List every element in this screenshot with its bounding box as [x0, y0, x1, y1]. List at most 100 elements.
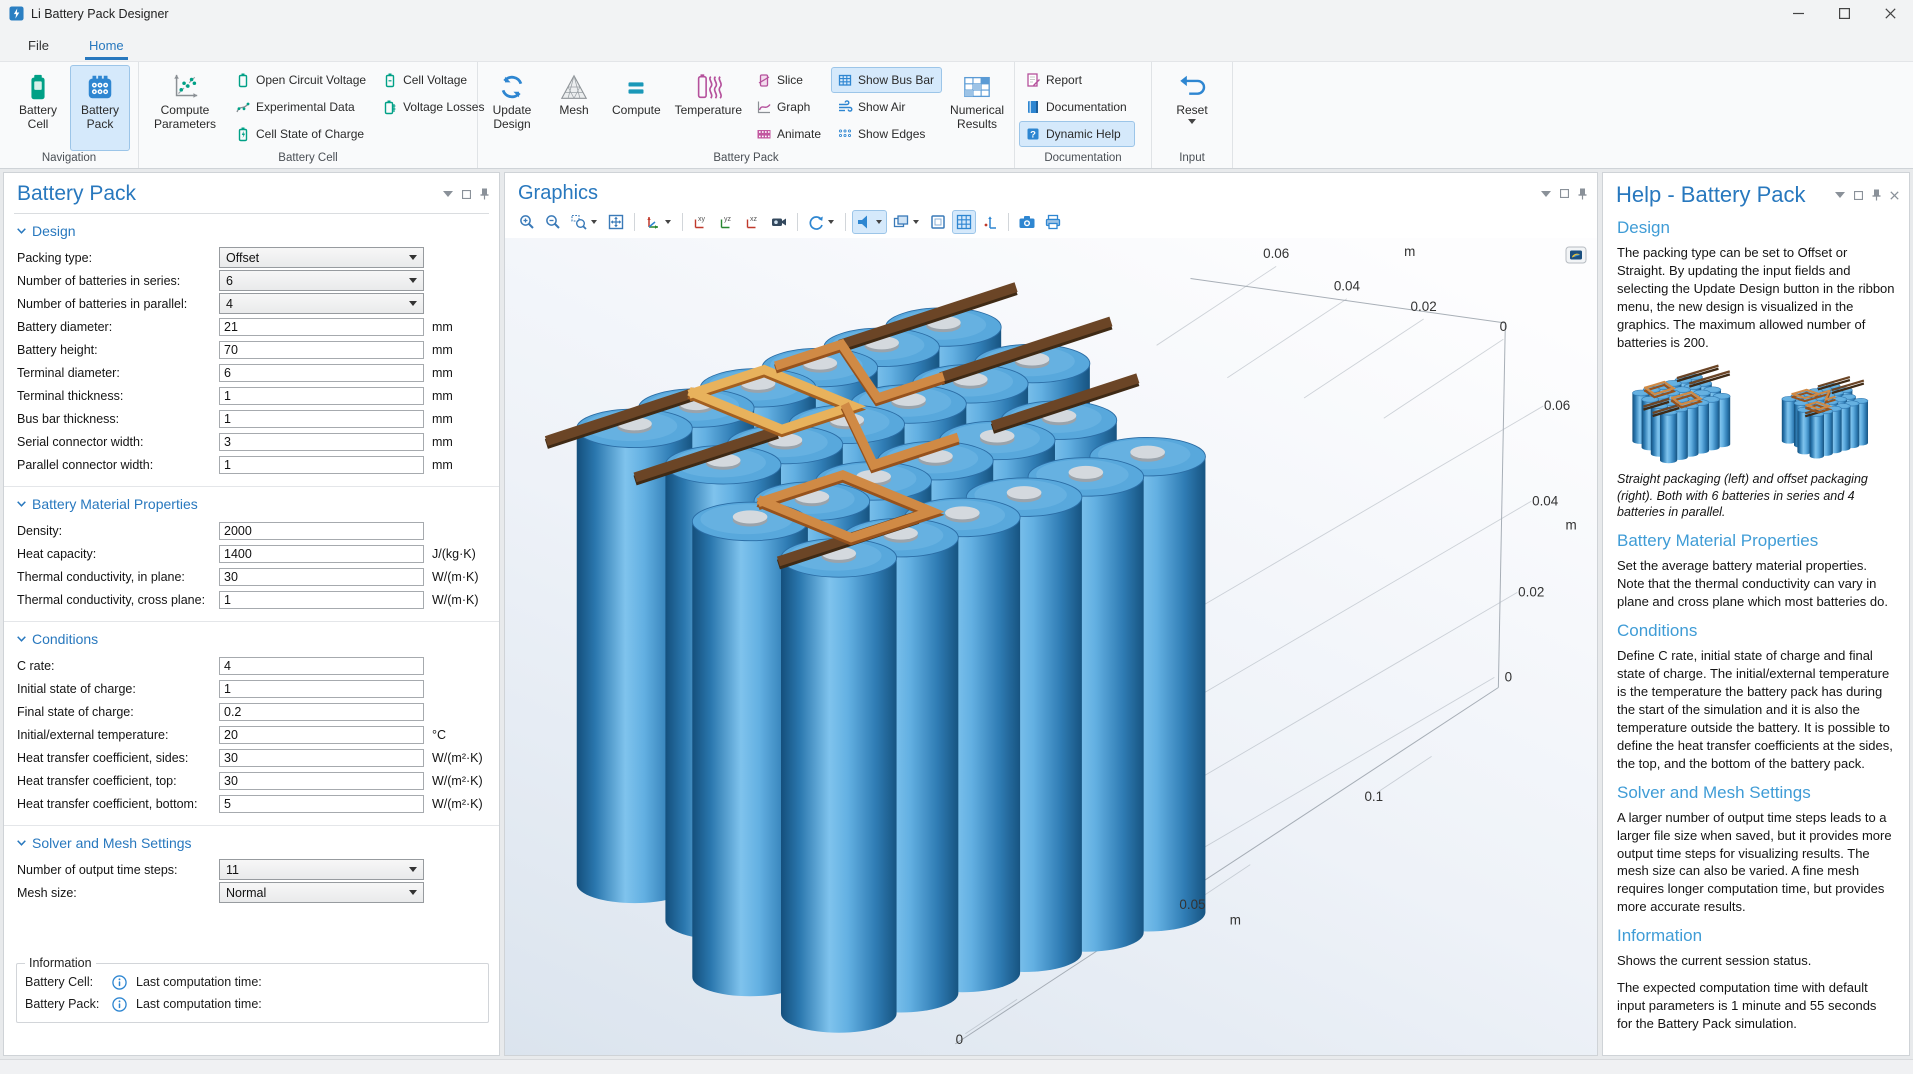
view-frame-icon [929, 213, 947, 231]
graphics-toolbar-xz-view-button[interactable]: xz [741, 210, 765, 234]
section-header-solver-and-mesh-settings[interactable]: Solver and Mesh Settings [17, 835, 499, 851]
battery-pack-3d-scene: 0.060.040.020m0.060.04m0.0200.10.05m0 [505, 238, 1597, 1055]
dropdown-caret-icon[interactable] [665, 220, 671, 224]
serial-connector-width-input[interactable] [219, 433, 424, 451]
panel-close-icon[interactable] [1890, 191, 1899, 200]
ribbon-button-mesh[interactable]: Mesh [544, 65, 604, 151]
ribbon-button-update-design[interactable]: Update Design [482, 65, 542, 151]
ribbon-button-show-bus-bar[interactable]: Show Bus Bar [831, 67, 942, 93]
ribbon-button-temperature[interactable]: Temperature [669, 65, 748, 151]
dropdown-caret-icon[interactable] [913, 220, 919, 224]
initial-state-of-charge-input[interactable] [219, 680, 424, 698]
ribbon-button-animate[interactable]: Animate [750, 121, 829, 147]
ribbon-button-cell-voltage[interactable]: Cell Voltage [376, 67, 492, 93]
panel-pin-icon[interactable] [1872, 189, 1881, 201]
field-label: Thermal conductivity, in plane: [17, 570, 219, 584]
heat-transfer-coefficient-bottom-input[interactable] [219, 795, 424, 813]
help-paragraph: The packing type can be set to Offset or… [1617, 244, 1895, 352]
panel-float-icon[interactable] [1854, 191, 1863, 200]
section-header-battery-material-properties[interactable]: Battery Material Properties [17, 496, 499, 512]
ribbon-button-compute[interactable]: Compute [606, 65, 667, 151]
ribbon-button-show-air[interactable]: Show Air [831, 94, 942, 120]
help-question-icon: ? [1025, 126, 1041, 142]
panel-pin-icon[interactable] [1578, 188, 1587, 200]
number-of-batteries-in-parallel-select[interactable]: 4 [219, 293, 424, 314]
dropdown-caret-icon[interactable] [876, 220, 882, 224]
ribbon-button-open-circuit-voltage[interactable]: Open Circuit Voltage [229, 67, 374, 93]
graphics-toolbar-show-grid-button[interactable] [952, 210, 976, 234]
graphics-toolbar-snapshot-button[interactable] [1015, 210, 1039, 234]
graphics-toolbar-print-button[interactable] [1041, 210, 1065, 234]
terminal-thickness-input[interactable] [219, 387, 424, 405]
ribbon-button-slice[interactable]: Slice [750, 67, 829, 93]
thermal-conductivity-in-plane-input[interactable] [219, 568, 424, 586]
ribbon-button-show-edges[interactable]: Show Edges [831, 121, 942, 147]
graphics-toolbar-zoom-in-button[interactable] [515, 210, 539, 234]
graphics-toolbar-zoom-box-button[interactable] [567, 210, 602, 234]
heat-transfer-coefficient-sides-input[interactable] [219, 749, 424, 767]
graphics-toolbar-scene-projection-button[interactable] [767, 210, 791, 234]
view-navigation-icon[interactable] [1565, 246, 1587, 264]
dropdown-caret-icon[interactable] [828, 220, 834, 224]
thermal-conductivity-cross-plane-input[interactable] [219, 591, 424, 609]
panel-float-icon[interactable] [1560, 189, 1569, 198]
density-input[interactable] [219, 522, 424, 540]
heat-transfer-coefficient-top-input[interactable] [219, 772, 424, 790]
panel-pin-icon[interactable] [480, 188, 489, 200]
graphics-toolbar-yz-view-button[interactable]: yz [715, 210, 739, 234]
bus-bar-thickness-input[interactable] [219, 410, 424, 428]
ribbon-button-report[interactable]: Report [1019, 67, 1135, 93]
field-unit: °C [424, 728, 499, 742]
packing-type-select[interactable]: Offset [219, 247, 424, 268]
graphics-canvas[interactable]: 0.060.040.020m0.060.04m0.0200.10.05m0 [505, 238, 1597, 1055]
section-header-design[interactable]: Design [17, 223, 499, 239]
graphics-toolbar-view-options-button[interactable] [889, 210, 924, 234]
graphics-toolbar-rotate-view-button[interactable] [804, 210, 839, 234]
panel-menu-chevron-icon[interactable] [1835, 192, 1845, 198]
minimize-icon[interactable] [1775, 0, 1821, 27]
number-of-output-time-steps-select[interactable]: 11 [219, 859, 424, 880]
ribbon-button-numerical-results[interactable]: Numerical Results [944, 65, 1010, 151]
panel-menu-chevron-icon[interactable] [1541, 191, 1551, 197]
c-rate-input[interactable] [219, 657, 424, 675]
ribbon-button-experimental-data[interactable]: Experimental Data [229, 94, 374, 120]
terminal-diameter-input[interactable] [219, 364, 424, 382]
ribbon-button-dynamic-help[interactable]: ? Dynamic Help [1019, 121, 1135, 147]
ribbon-button-battery-cell[interactable]: Battery Cell [8, 65, 68, 151]
section-header-conditions[interactable]: Conditions [17, 631, 499, 647]
close-icon[interactable] [1867, 0, 1913, 27]
info-circle-icon [112, 975, 127, 990]
graphics-toolbar-zoom-out-button[interactable] [541, 210, 565, 234]
panel-float-icon[interactable] [462, 190, 471, 199]
battery-diameter-input[interactable] [219, 318, 424, 336]
battery-height-input[interactable] [219, 341, 424, 359]
ribbon-button-battery-pack[interactable]: Battery Pack [70, 65, 130, 151]
graphics-toolbar-zoom-extents-button[interactable] [604, 210, 628, 234]
graphics-toolbar-xy-view-button[interactable]: xy [689, 210, 713, 234]
ribbon-button-compute-parameters[interactable]: Compute Parameters [143, 65, 227, 151]
graphics-toolbar-scene-light-button[interactable] [852, 210, 887, 234]
ribbon-button-voltage-losses[interactable]: Voltage Losses [376, 94, 492, 120]
heat-capacity-input[interactable] [219, 545, 424, 563]
number-of-batteries-in-series-select[interactable]: 6 [219, 270, 424, 291]
ribbon-button-documentation[interactable]: Documentation [1019, 94, 1135, 120]
zoom-box-icon [570, 213, 588, 231]
dropdown-caret-icon[interactable] [591, 220, 597, 224]
initial-external-temperature-input[interactable] [219, 726, 424, 744]
final-state-of-charge-input[interactable] [219, 703, 424, 721]
parallel-connector-width-input[interactable] [219, 456, 424, 474]
tab-file[interactable]: File [16, 32, 61, 61]
snapshot-icon [1018, 213, 1036, 231]
maximize-icon[interactable] [1821, 0, 1867, 27]
graphics-toolbar-view-frame-button[interactable] [926, 210, 950, 234]
mesh-size-select[interactable]: Normal [219, 882, 424, 903]
graphics-toolbar-default-3d-view-button[interactable] [641, 210, 676, 234]
form-row-terminal-thickness: Terminal thickness:mm [4, 384, 499, 407]
tab-home[interactable]: Home [77, 32, 136, 61]
ribbon-button-graph[interactable]: Graph [750, 94, 829, 120]
reset-dropdown-caret[interactable] [1188, 119, 1196, 124]
ribbon-button-reset[interactable]: Reset [1162, 65, 1222, 151]
graphics-toolbar-axis-orientation-button[interactable] [978, 210, 1002, 234]
ribbon-button-cell-state-of-charge[interactable]: Cell State of Charge [229, 121, 374, 147]
panel-menu-chevron-icon[interactable] [443, 191, 453, 197]
